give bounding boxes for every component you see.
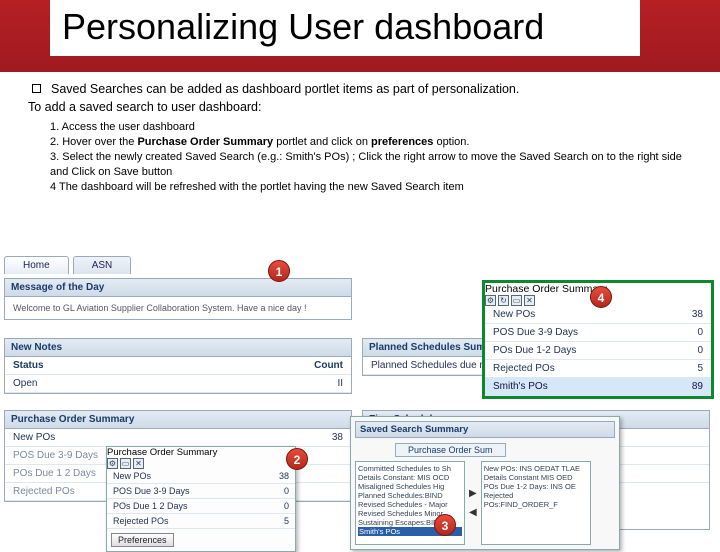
step-4: 4 The dashboard will be refreshed with t…: [50, 180, 692, 195]
portlet-gear-icon[interactable]: ⚙: [107, 458, 118, 469]
callout-4: 4: [590, 286, 612, 308]
portlet-close-icon[interactable]: ✕: [133, 458, 144, 469]
tab-asn[interactable]: ASN: [73, 256, 132, 274]
portlet-minimize-icon[interactable]: ▭: [511, 295, 522, 306]
page-title: Personalizing User dashboard: [50, 0, 640, 56]
dashboard-tabs: Home ASN: [4, 256, 131, 274]
move-right-icon[interactable]: ▶: [469, 488, 477, 499]
step-1: 1. Access the user dashboard: [50, 120, 692, 135]
portlet-title: Purchase Order Summary: [107, 447, 217, 458]
dashboard-screenshot: Home ASN Message of the Day Welcome to G…: [0, 230, 720, 540]
selected-searches-list[interactable]: New POs: INS OEDAT TLAE Details Constant…: [481, 461, 591, 545]
portlet-motd: Message of the Day Welcome to GL Aviatio…: [4, 278, 352, 320]
dialog-title: Saved Search Summary: [355, 421, 615, 438]
steps-list: 1. Access the user dashboard 2. Hover ov…: [28, 116, 692, 194]
portlet-title: Purchase Order Summary: [485, 283, 607, 295]
saved-search-preferences-dialog: Saved Search Summary Purchase Order Sum …: [350, 416, 620, 550]
portlet-minimize-icon[interactable]: ▭: [120, 458, 131, 469]
bullet-icon: [32, 84, 41, 93]
portlet-title: New Notes: [11, 342, 62, 353]
intro-line-1: Saved Searches can be added as dashboard…: [51, 82, 519, 96]
portlet-title: Message of the Day: [11, 282, 104, 293]
motd-body: Welcome to GL Aviation Supplier Collabor…: [5, 297, 351, 319]
preferences-button[interactable]: Preferences: [111, 533, 174, 547]
move-left-icon[interactable]: ◀: [469, 507, 477, 518]
callout-2: 2: [286, 448, 308, 470]
tab-home[interactable]: Home: [4, 256, 69, 274]
intro-line-2: To add a saved search to user dashboard:: [28, 100, 261, 114]
portlet-refresh-icon[interactable]: ↻: [498, 295, 509, 306]
step-2: 2. Hover over the Purchase Order Summary…: [50, 135, 692, 150]
callout-3: 3: [434, 514, 456, 536]
callout-1: 1: [268, 260, 290, 282]
dialog-subtitle: Purchase Order Sum: [395, 443, 506, 457]
po-summary-hover-popup: Purchase Order Summary ⚙ ▭ ✕ New POs38 P…: [106, 446, 296, 552]
portlet-gear-icon[interactable]: ⚙: [485, 295, 496, 306]
portlet-close-icon[interactable]: ✕: [524, 295, 535, 306]
portlet-new-notes: New Notes StatusCount OpenII: [4, 338, 352, 394]
intro-block: Saved Searches can be added as dashboard…: [0, 72, 720, 198]
portlet-title: Purchase Order Summary: [11, 414, 134, 425]
step-3: 3. Select the newly created Saved Search…: [50, 150, 692, 180]
